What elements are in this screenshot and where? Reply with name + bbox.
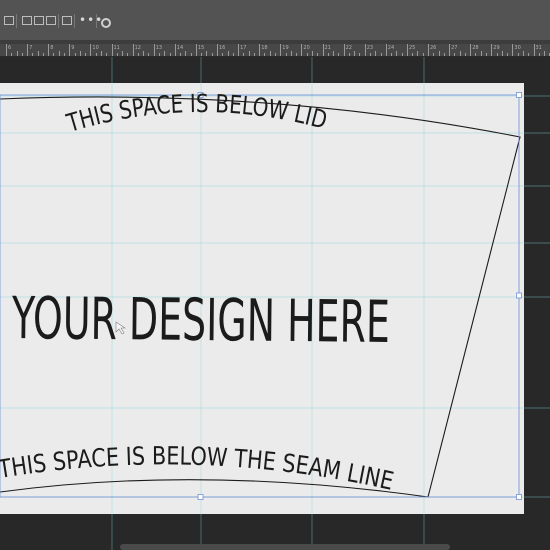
top-text[interactable]: THIS SPACE IS BELOW LID [63,89,330,138]
photoshop-window: ••• 6 7 8 9 10 11 12 13 14 15 16 17 18 19 20 21 22 23 24 25… [0,0,550,550]
selection-handle-bottom[interactable] [197,494,204,500]
main-design-text[interactable]: YOUR DESIGN HERE [11,284,390,356]
horizontal-scrollbar[interactable] [120,544,450,550]
selection-handle-bottom-right[interactable] [516,494,522,500]
bottom-text[interactable]: THIS SPACE IS BELOW THE SEAM LINE [0,441,396,495]
selection-handle-right[interactable] [516,292,522,299]
artwork-layer: THIS SPACE IS BELOW LID YOUR DESIGN HERE… [0,89,522,500]
selection-handle-top-right[interactable] [516,92,522,98]
